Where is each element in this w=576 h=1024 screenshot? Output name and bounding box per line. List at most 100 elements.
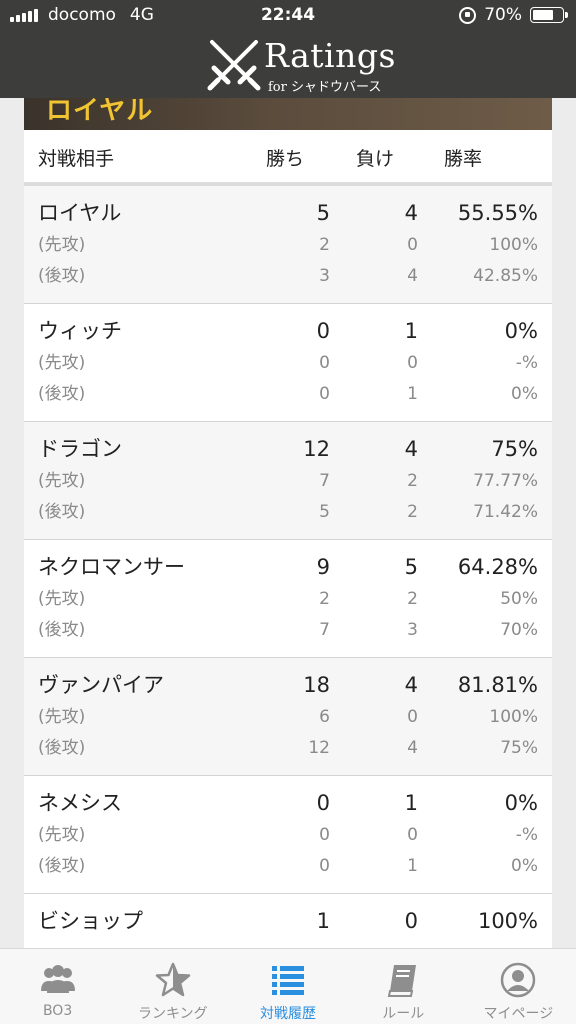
first-label: (先攻) [38, 235, 86, 255]
first-label: (先攻) [38, 353, 86, 373]
table-row-second: (後攻) 0 1 0% [24, 851, 552, 881]
opponent-name: ウィッチ [38, 319, 122, 343]
rate-value: 0% [504, 319, 538, 343]
opponent-name: ネメシス [38, 791, 122, 815]
tab-ranking[interactable]: ランキング [115, 949, 230, 1024]
rate-value: 0% [511, 384, 538, 404]
wins-value: 9 [316, 555, 330, 579]
wins-value: 0 [319, 353, 330, 373]
table-row-second: (後攻) 7 3 70% [24, 615, 552, 645]
first-label: (先攻) [38, 707, 86, 727]
losses-value: 1 [404, 319, 418, 343]
wins-value: 0 [316, 791, 330, 815]
first-label: (先攻) [38, 825, 86, 845]
app-header: docomo 4G 22:44 70% Ratings for シャドウバース [0, 0, 576, 98]
rate-value: 100% [489, 707, 538, 727]
rate-value: -% [515, 353, 538, 373]
wins-value: 0 [319, 856, 330, 876]
battery-percent: 70% [484, 5, 522, 25]
wins-value: 1 [316, 909, 330, 933]
losses-value: 1 [407, 856, 418, 876]
stats-card: ロイヤル 対戦相手 勝ち 負け 勝率 ロイヤル 5 4 55.55% (先攻) … [24, 98, 552, 948]
rate-value: 100% [477, 909, 538, 933]
wins-value: 7 [319, 620, 330, 640]
losses-value: 2 [407, 502, 418, 522]
second-label: (後攻) [38, 266, 86, 286]
rate-value: 64.28% [457, 555, 538, 579]
wins-value: 0 [319, 825, 330, 845]
table-row-second: (後攻) 5 2 71.42% [24, 497, 552, 527]
table-row: ネメシス 0 1 0% [24, 788, 552, 818]
tab-mypage[interactable]: マイページ [461, 949, 576, 1024]
wins-value: 6 [319, 707, 330, 727]
tab-bo3[interactable]: BO3 [0, 949, 115, 1024]
losses-value: 4 [404, 673, 418, 697]
wins-value: 2 [319, 589, 330, 609]
losses-value: 1 [404, 791, 418, 815]
wins-value: 18 [303, 673, 330, 697]
table-row-second: (後攻) 12 4 75% [24, 733, 552, 763]
opponent-name: ネクロマンサー [38, 555, 185, 579]
rate-value: 0% [511, 856, 538, 876]
wins-value: 12 [308, 738, 330, 758]
first-label: (先攻) [38, 471, 86, 491]
losses-value: 0 [407, 353, 418, 373]
rate-value: 42.85% [473, 266, 538, 286]
battery-icon [530, 7, 568, 23]
class-banner-title: ロイヤル [46, 98, 154, 126]
opponent-group-bishop: ビショップ 1 0 100% [24, 894, 552, 948]
star-icon [155, 962, 191, 997]
losses-value: 3 [407, 620, 418, 640]
table-row-second: (後攻) 3 4 42.85% [24, 261, 552, 291]
rate-value: 75% [491, 437, 538, 461]
losses-value: 0 [407, 235, 418, 255]
header-opponent: 対戦相手 [38, 148, 115, 170]
bottom-tab-bar: BO3 ランキング 対戦履歴 ルール マイページ [0, 948, 576, 1024]
second-label: (後攻) [38, 384, 86, 404]
header-wins: 勝ち [266, 148, 305, 170]
table-row: ネクロマンサー 9 5 64.28% [24, 552, 552, 582]
list-icon [272, 966, 304, 995]
losses-value: 0 [407, 707, 418, 727]
table-row-first: (先攻) 0 0 -% [24, 820, 552, 850]
second-label: (後攻) [38, 856, 86, 876]
rate-value: 70% [500, 620, 538, 640]
wins-value: 5 [319, 502, 330, 522]
opponent-name: ロイヤル [38, 201, 122, 225]
rate-value: 75% [500, 738, 538, 758]
table-row-first: (先攻) 0 0 -% [24, 348, 552, 378]
table-row-first: (先攻) 2 2 50% [24, 584, 552, 614]
app-subtitle: for シャドウバース [268, 80, 382, 95]
opponent-group-witch: ウィッチ 0 1 0% (先攻) 0 0 -% (後攻) 0 1 0% [24, 304, 552, 422]
opponent-group-dragon: ドラゴン 12 4 75% (先攻) 7 2 77.77% (後攻) 5 2 7… [24, 422, 552, 540]
orientation-lock-icon [459, 6, 477, 24]
tab-label: ランキング [138, 1006, 208, 1022]
second-label: (後攻) [38, 738, 86, 758]
losses-value: 4 [407, 266, 418, 286]
tab-match-history[interactable]: 対戦履歴 [230, 949, 345, 1024]
rate-value: 100% [489, 235, 538, 255]
app-logo: Ratings for シャドウバース [200, 34, 400, 96]
tab-label: 対戦履歴 [260, 1006, 316, 1022]
tab-rules[interactable]: ルール [346, 949, 461, 1024]
wins-value: 0 [319, 384, 330, 404]
class-banner: ロイヤル [24, 98, 552, 130]
book-icon [387, 965, 417, 997]
wins-value: 7 [319, 471, 330, 491]
table-row-first: (先攻) 2 0 100% [24, 230, 552, 260]
wins-value: 5 [316, 201, 330, 225]
app-title: Ratings [264, 36, 396, 75]
status-bar: docomo 4G 22:44 70% [0, 0, 576, 32]
rate-value: 71.42% [473, 502, 538, 522]
table-row-second: (後攻) 0 1 0% [24, 379, 552, 409]
table-row-first: (先攻) 7 2 77.77% [24, 466, 552, 496]
battery-level [533, 10, 553, 20]
rate-value: 0% [504, 791, 538, 815]
table-row: ドラゴン 12 4 75% [24, 434, 552, 464]
losses-value: 2 [407, 471, 418, 491]
first-label: (先攻) [38, 589, 86, 609]
table-row: ロイヤル 5 4 55.55% [24, 198, 552, 228]
wins-value: 0 [316, 319, 330, 343]
rate-value: -% [515, 825, 538, 845]
losses-value: 4 [407, 738, 418, 758]
